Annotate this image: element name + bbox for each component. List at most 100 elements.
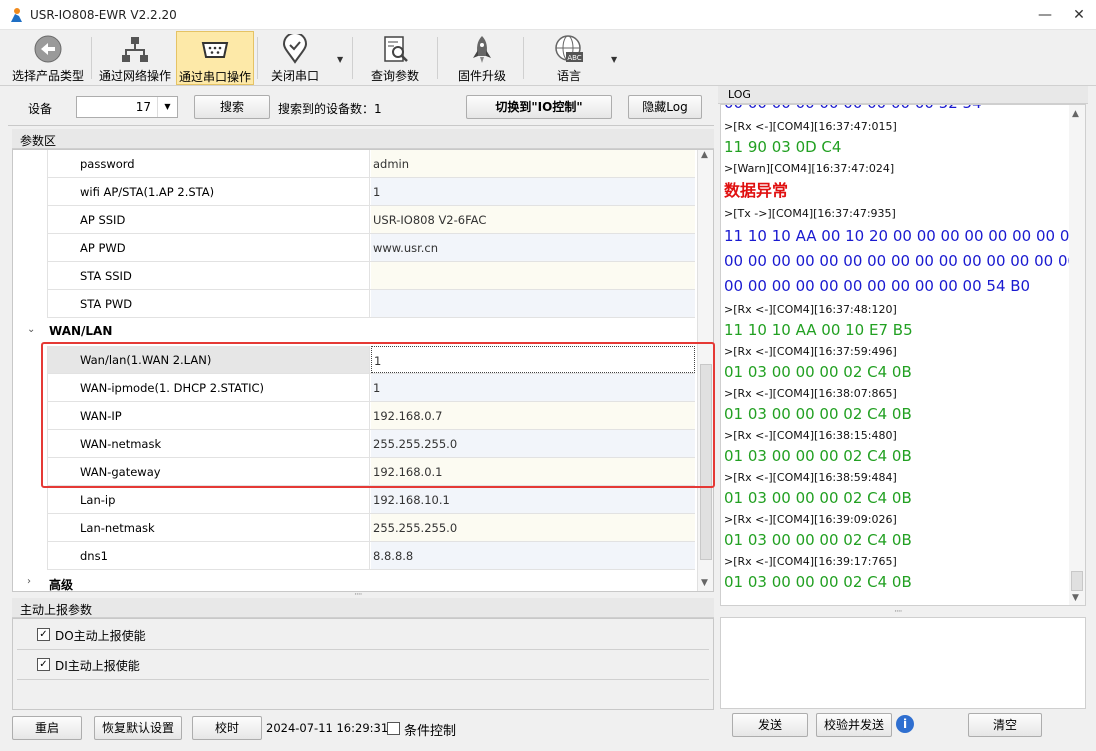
param-section-title: 参数区: [20, 134, 57, 148]
sync-time-button[interactable]: 校时: [192, 716, 262, 740]
param-value[interactable]: 8.8.8.8: [373, 549, 413, 563]
log-scrollbar[interactable]: ▲ ▼: [1069, 105, 1085, 605]
log-line-tx: 00 00 00 00 00 00 00 00 00 00 00 54 B0: [724, 277, 1031, 295]
log-line-rx: 01 03 00 00 00 02 C4 0B: [724, 405, 912, 423]
param-name: AP PWD: [80, 241, 126, 255]
send-input-area[interactable]: [720, 617, 1086, 709]
toolbar-select-product-button[interactable]: 选择产品类型: [8, 31, 88, 85]
category-title: 高级: [49, 578, 74, 592]
device-bar: 设备 17 ▼ 搜索 搜索到的设备数：1 切换到"IO控制" 隐藏Log: [8, 90, 714, 126]
toolbar-label: 关闭串口: [270, 69, 319, 83]
log-line-meta: >[Tx ->][COM4][16:37:47:935]: [724, 207, 896, 220]
toolbar-firmware-button[interactable]: 固件升级: [446, 31, 518, 85]
chevron-down-icon[interactable]: ▼: [337, 55, 343, 64]
minimize-button[interactable]: —: [1028, 0, 1062, 30]
log-line-meta: >[Rx <-][COM4][16:37:47:015]: [724, 120, 897, 133]
chevron-down-icon[interactable]: ▼: [611, 55, 617, 64]
checkbox-check-icon[interactable]: ✓: [37, 658, 50, 671]
toolbar-language-button[interactable]: ABC 语言: [534, 31, 604, 85]
param-row-ap-pwd[interactable]: AP PWD www.usr.cn: [47, 234, 695, 262]
log-line-meta: >[Rx <-][COM4][16:37:59:496]: [724, 345, 897, 358]
switch-io-control-button[interactable]: 切换到"IO控制": [466, 95, 612, 119]
param-row-sta-ssid[interactable]: STA SSID: [47, 262, 695, 290]
param-row-lan-ip[interactable]: Lan-ip 192.168.10.1: [47, 486, 695, 514]
scroll-down-icon[interactable]: ▼: [1072, 593, 1079, 603]
search-button[interactable]: 搜索: [194, 95, 270, 119]
toolbar-label: 选择产品类型: [11, 69, 84, 83]
param-section-header: 参数区: [12, 129, 714, 149]
report-section-header: 主动上报参数: [12, 598, 714, 618]
category-wan-lan[interactable]: ⌄ WAN/LAN: [13, 318, 695, 344]
found-count-text: 搜索到的设备数：1: [278, 102, 382, 116]
chevron-down-icon[interactable]: ⌄: [27, 324, 35, 335]
param-row-dns1[interactable]: dns1 8.8.8.8: [47, 542, 695, 570]
info-icon[interactable]: i: [896, 715, 914, 733]
checkbox-check-icon[interactable]: ✓: [37, 628, 50, 641]
param-value[interactable]: 192.168.10.1: [373, 493, 450, 507]
param-value[interactable]: 255.255.255.0: [373, 521, 457, 535]
close-button[interactable]: ✕: [1062, 0, 1096, 30]
restart-button[interactable]: 重启: [12, 716, 82, 740]
log-line-meta: >[Rx <-][COM4][16:39:09:026]: [724, 513, 897, 526]
log-line-meta: >[Rx <-][COM4][16:37:48:120]: [724, 303, 897, 316]
checkbox-label: 条件控制: [404, 724, 457, 739]
param-name: dns1: [80, 549, 108, 563]
toolbar-serial-button[interactable]: 通过串口操作: [176, 31, 254, 85]
param-row-sta-pwd[interactable]: STA PWD: [47, 290, 695, 318]
param-name: Lan-netmask: [80, 521, 155, 535]
restore-defaults-button[interactable]: 恢复默认设置: [94, 716, 182, 740]
param-row-wifi-mode[interactable]: wifi AP/STA(1.AP 2.STA) 1: [47, 178, 695, 206]
chevron-down-icon[interactable]: ▼: [157, 97, 177, 117]
toolbar-query-button[interactable]: 查询参数: [358, 31, 432, 85]
log-line-meta: >[Rx <-][COM4][16:38:15:480]: [724, 429, 897, 442]
param-name: Lan-ip: [80, 493, 116, 507]
param-value[interactable]: 1: [373, 185, 380, 199]
scroll-up-icon[interactable]: ▲: [1072, 109, 1079, 119]
log-line-meta: >[Warn][COM4][16:37:47:024]: [724, 162, 895, 175]
toolbar-network-button[interactable]: 通过网络操作: [94, 31, 176, 85]
param-name: STA SSID: [80, 269, 132, 283]
checkbox-label: DO主动上报使能: [55, 629, 146, 643]
param-value[interactable]: www.usr.cn: [373, 241, 438, 255]
checkbox-box[interactable]: [387, 722, 400, 735]
scrollbar-thumb[interactable]: [1071, 571, 1083, 591]
send-button[interactable]: 发送: [732, 713, 808, 737]
param-row-password[interactable]: password admin: [47, 150, 695, 178]
toolbar-label: 固件升级: [457, 69, 506, 83]
param-name: wifi AP/STA(1.AP 2.STA): [80, 185, 215, 199]
category-title: WAN/LAN: [49, 324, 113, 338]
log-output[interactable]: 00 00 00 00 00 00 00 00 00 52 54 >[Rx <-]…: [720, 104, 1086, 606]
log-line-tx: 00 00 00 00 00 00 00 00 00 52 54: [724, 105, 1069, 116]
log-header: LOG: [718, 86, 1088, 104]
clear-button[interactable]: 清空: [968, 713, 1042, 737]
param-row-lan-netmask[interactable]: Lan-netmask 255.255.255.0: [47, 514, 695, 542]
log-line-meta: >[Rx <-][COM4][16:38:59:484]: [724, 471, 897, 484]
param-row-ap-ssid[interactable]: AP SSID USR-IO808 V2-6FAC: [47, 206, 695, 234]
title-bar: USR-IO808-EWR V2.2.20 — ✕: [0, 0, 1096, 30]
param-value[interactable]: USR-IO808 V2-6FAC: [373, 213, 486, 227]
device-select[interactable]: 17 ▼: [76, 96, 178, 118]
device-label: 设备: [28, 102, 53, 116]
log-line-warn: 数据异常: [724, 181, 789, 200]
splitter-grip[interactable]: ····: [894, 607, 903, 617]
globe-abc-icon: ABC: [555, 35, 583, 62]
category-advanced[interactable]: › 高级: [13, 570, 695, 592]
scroll-up-icon[interactable]: ▲: [701, 150, 708, 160]
param-name: password: [80, 157, 135, 171]
toolbar-label: 语言: [556, 69, 581, 83]
log-line-rx: 01 03 00 00 00 02 C4 0B: [724, 531, 912, 549]
toolbar-close-serial-button[interactable]: 关闭串口: [260, 31, 330, 85]
log-title: LOG: [728, 88, 751, 101]
log-line-meta: >[Rx <-][COM4][16:38:07:865]: [724, 387, 897, 400]
chevron-right-icon[interactable]: ›: [27, 576, 31, 587]
report-section: ✓ DO主动上报使能 ✓ DI主动上报使能: [12, 618, 714, 710]
hide-log-button[interactable]: 隐藏Log: [628, 95, 702, 119]
query-document-icon: [384, 36, 408, 62]
toolbar-label: 通过串口操作: [178, 70, 251, 84]
log-line-rx: 01 03 00 00 00 02 C4 0B: [724, 447, 912, 465]
param-value[interactable]: admin: [373, 157, 409, 171]
log-line-rx: 01 03 00 00 00 02 C4 0B: [724, 489, 912, 507]
device-select-value: 17: [135, 100, 151, 114]
verify-send-button[interactable]: 校验并发送: [816, 713, 892, 737]
scroll-down-icon[interactable]: ▼: [701, 578, 708, 588]
